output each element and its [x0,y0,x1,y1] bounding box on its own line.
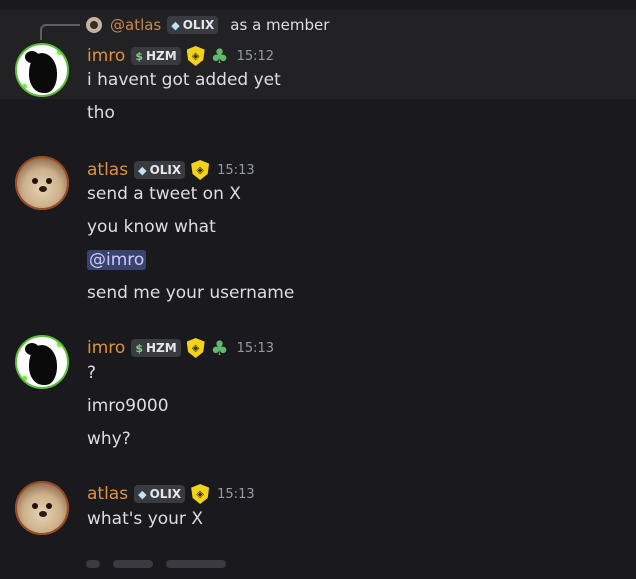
message-header: imro $ HZM ◈ ♣ 15:13 [87,336,274,360]
clover-badge-icon[interactable]: ♣ [211,46,229,66]
message-line: what's your X [87,509,203,529]
diamond-icon: ◆ [138,487,147,501]
reply-reference[interactable]: @atlas ◆ OLIX as a member [86,13,329,37]
diamond-icon: ◆ [171,18,180,32]
message-line: tho [87,103,115,123]
reply-connector [40,24,80,40]
timestamp[interactable]: 15:12 [237,49,274,64]
reply-tag: ◆ OLIX [167,16,219,34]
message-header: atlas ◆ OLIX ◈ 15:13 [87,158,255,182]
message-line: why? [87,429,131,449]
avatar[interactable] [15,335,69,389]
username[interactable]: imro [87,46,125,66]
reply-username[interactable]: @atlas [110,16,161,34]
username[interactable]: imro [87,338,125,358]
avatar[interactable] [15,481,69,535]
message-header: atlas ◆ OLIX ◈ 15:13 [87,482,255,506]
reply-avatar[interactable] [86,17,102,33]
avatar[interactable] [15,156,69,210]
guild-tag[interactable]: ◆ OLIX [134,485,186,503]
message-line: imro9000 [87,396,169,416]
username[interactable]: atlas [87,160,128,180]
username[interactable]: atlas [87,484,128,504]
message-line: you know what [87,217,216,237]
message-header: imro $ HZM ◈ ♣ 15:12 [87,44,274,68]
reply-text: as a member [230,16,330,34]
guild-tag[interactable]: $ HZM [131,47,181,65]
user-mention[interactable]: @imro [87,250,147,270]
message-line: send a tweet on X [87,184,241,204]
shield-badge-icon[interactable]: ◈ [186,46,205,66]
guild-tag[interactable]: ◆ OLIX [134,161,186,179]
avatar[interactable] [15,43,69,97]
guild-tag[interactable]: $ HZM [131,339,181,357]
timestamp[interactable]: 15:13 [217,163,254,178]
message-line: ? [87,363,97,383]
message-line: @imro [87,250,147,270]
money-icon: $ [135,49,143,63]
diamond-icon: ◆ [138,163,147,177]
shield-badge-icon[interactable]: ◈ [191,484,210,504]
shield-badge-icon[interactable]: ◈ [186,338,205,358]
message-line: send me your username [87,283,295,303]
timestamp[interactable]: 15:13 [217,487,254,502]
shield-badge-icon[interactable]: ◈ [191,160,210,180]
message-line: i havent got added yet [87,70,281,90]
next-reply-preview [86,560,306,574]
avatar-silhouette [25,343,57,385]
avatar-silhouette [25,51,57,93]
money-icon: $ [135,341,143,355]
clover-badge-icon[interactable]: ♣ [211,338,229,358]
timestamp[interactable]: 15:13 [237,341,274,356]
